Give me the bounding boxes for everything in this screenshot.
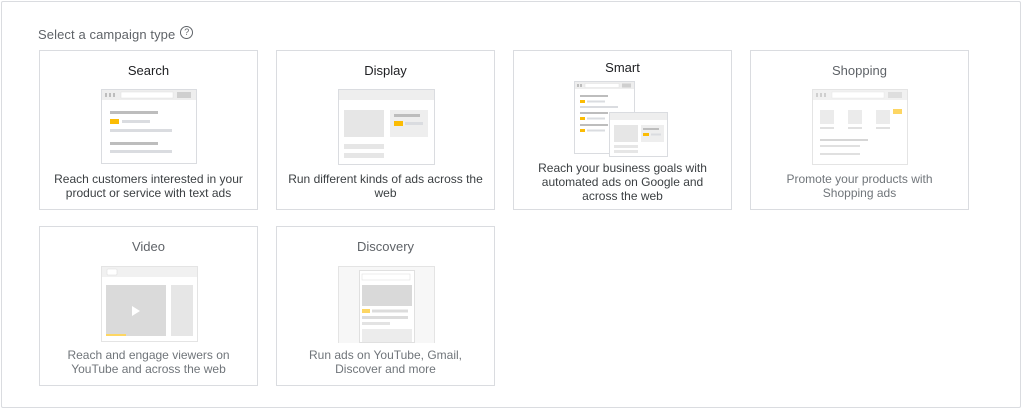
card-description: Run different kinds of ads across the we… [288, 172, 483, 200]
discovery-illustration-icon [338, 266, 435, 343]
shopping-illustration-icon [812, 89, 908, 165]
card-title: Display [364, 63, 407, 78]
help-circle-icon[interactable]: ? [180, 26, 194, 39]
card-description: Run ads on YouTube, Gmail, Discover and … [309, 348, 462, 376]
card-description: Reach customers interested in your produ… [54, 172, 243, 200]
card-title: Search [127, 63, 170, 78]
campaign-type-heading: Select a campaign type ? [38, 26, 194, 42]
campaign-card-video[interactable]: Video Reach and engage viewers on YouTub… [39, 226, 258, 386]
campaign-card-shopping[interactable]: Shopping Promote your products with Shop… [750, 50, 969, 210]
card-title: Shopping [832, 63, 887, 78]
campaign-card-discovery[interactable]: Discovery Run ads on YouTube, Gmail, Dis… [276, 226, 495, 386]
campaign-card-display[interactable]: Display Run different kinds of ads acros… [276, 50, 495, 210]
search-illustration-icon [101, 89, 197, 164]
campaign-card-search[interactable]: Search Reach customers interested in you… [39, 50, 258, 210]
heading-label: Select a campaign type [38, 27, 176, 42]
card-title: Discovery [356, 239, 415, 254]
display-illustration-icon [338, 89, 435, 165]
card-description: Reach your business goals with automated… [538, 161, 707, 203]
card-title: Video [131, 239, 165, 254]
video-illustration-icon [101, 266, 198, 342]
card-description: Promote your products with Shopping ads [786, 172, 933, 200]
card-title: Smart [605, 60, 640, 75]
card-description: Reach and engage viewers on YouTube and … [67, 348, 230, 376]
campaign-card-smart[interactable]: Smart Reach your business goals with aut… [513, 50, 732, 210]
smart-illustration-icon [574, 81, 671, 159]
